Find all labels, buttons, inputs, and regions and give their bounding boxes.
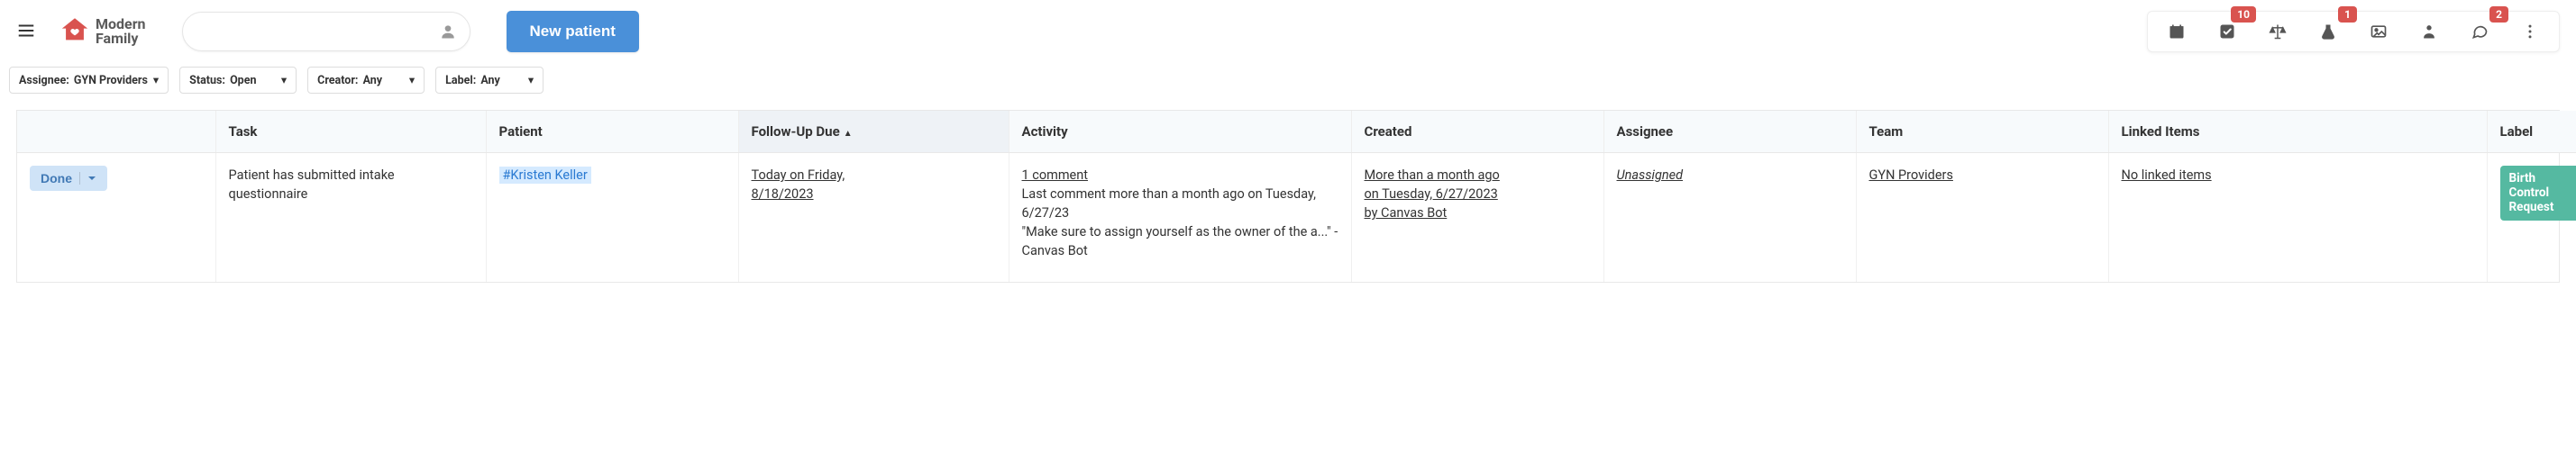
linked-items-link[interactable]: No linked items	[2122, 167, 2212, 183]
column-header-team[interactable]: Team	[1856, 111, 2108, 153]
brand-logo[interactable]: Modern Family	[59, 14, 146, 49]
patient-link[interactable]: #Kristen Keller	[499, 167, 591, 184]
filter-creator[interactable]: Creator: Any ▾	[307, 67, 425, 94]
column-header-label[interactable]: Label	[2487, 111, 2576, 153]
brand-text: Modern Family	[96, 17, 146, 46]
filter-label[interactable]: Label: Any ▾	[435, 67, 544, 94]
done-button[interactable]: Done	[30, 166, 107, 191]
messages-button[interactable]: 2	[2454, 23, 2505, 41]
column-header-assignee[interactable]: Assignee	[1603, 111, 1856, 153]
image-icon	[2370, 23, 2388, 41]
created-info[interactable]: More than a month ago on Tuesday, 6/27/2…	[1365, 166, 1591, 222]
labs-badge: 1	[2338, 6, 2357, 23]
calendar-button[interactable]	[2151, 23, 2202, 41]
column-header-created[interactable]: Created	[1351, 111, 1603, 153]
sort-asc-icon: ▲	[844, 129, 853, 139]
check-square-icon	[2218, 23, 2236, 41]
hamburger-icon	[16, 21, 36, 41]
column-header-activity[interactable]: Activity	[1009, 111, 1351, 153]
column-header-task[interactable]: Task	[215, 111, 486, 153]
chevron-down-icon: ▾	[528, 73, 534, 87]
label-pill: Birth Control Request ✕	[2500, 166, 2576, 221]
doctor-icon	[2420, 23, 2438, 41]
staff-button[interactable]	[2404, 23, 2454, 41]
messages-badge: 2	[2489, 6, 2508, 23]
assignee-link[interactable]: Unassigned	[1617, 167, 1684, 183]
activity-last-comment-preview: "Make sure to assign yourself as the own…	[1022, 222, 1338, 260]
follow-up-date[interactable]: Today on Friday, 8/18/2023	[752, 166, 996, 203]
person-icon	[439, 23, 457, 41]
house-heart-icon	[59, 14, 90, 49]
tasks-table: Task Patient Follow-Up Due▲ Activity Cre…	[17, 111, 2576, 282]
activity-last-comment-time: Last comment more than a month ago on Tu…	[1022, 185, 1338, 222]
more-button[interactable]	[2505, 23, 2555, 41]
filter-status[interactable]: Status: Open ▾	[179, 67, 297, 94]
kebab-icon	[2521, 23, 2539, 41]
tasks-badge: 10	[2231, 6, 2256, 23]
column-header-follow[interactable]: Follow-Up Due▲	[738, 111, 1009, 153]
column-header-actions	[17, 111, 215, 153]
patient-search-input[interactable]	[182, 12, 470, 51]
chevron-down-icon	[87, 174, 96, 183]
task-title: Patient has submitted intake questionnai…	[229, 167, 395, 202]
chat-icon	[2471, 23, 2489, 41]
tasks-button[interactable]: 10	[2202, 23, 2252, 41]
team-link[interactable]: GYN Providers	[1869, 167, 1953, 183]
column-header-patient[interactable]: Patient	[486, 111, 738, 153]
chevron-down-icon: ▾	[281, 73, 287, 87]
chevron-down-icon: ▾	[409, 73, 415, 87]
new-patient-button[interactable]: New patient	[507, 11, 639, 52]
flask-icon	[2319, 23, 2337, 41]
activity-comments-link[interactable]: 1 comment	[1022, 166, 1338, 185]
images-button[interactable]	[2353, 23, 2404, 41]
column-header-linked[interactable]: Linked Items	[2108, 111, 2487, 153]
balance-button[interactable]	[2252, 23, 2303, 41]
calendar-icon	[2168, 23, 2186, 41]
filter-bar: Assignee: GYN Providers ▾ Status: Open ▾…	[0, 63, 2576, 110]
label-text: Birth Control Request	[2509, 171, 2571, 215]
labs-button[interactable]: 1	[2303, 23, 2353, 41]
scales-icon	[2269, 23, 2287, 41]
chevron-down-icon: ▾	[153, 73, 159, 87]
table-row: Done Patient has submitted intake questi…	[17, 153, 2576, 283]
filter-assignee[interactable]: Assignee: GYN Providers ▾	[9, 67, 169, 94]
hamburger-menu-button[interactable]	[11, 15, 41, 49]
topbar-icon-tray: 10 1 2	[2147, 11, 2560, 52]
